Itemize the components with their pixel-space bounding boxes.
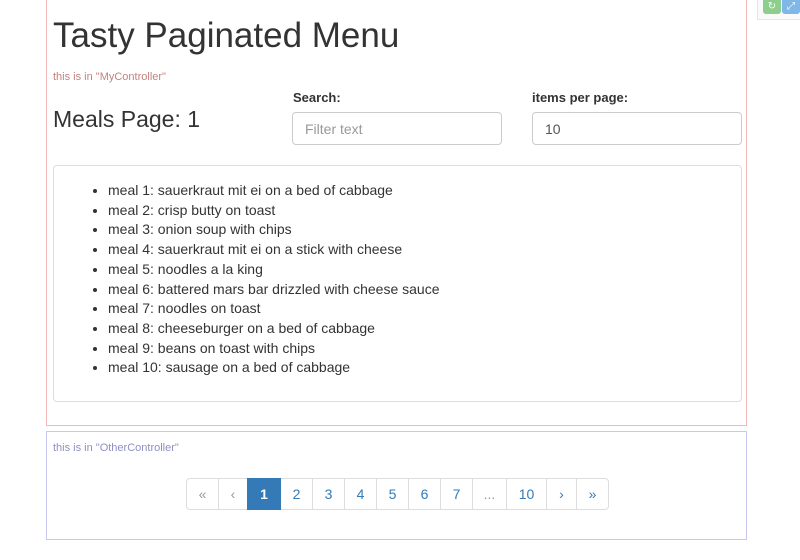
page-title: Tasty Paginated Menu [53, 16, 400, 55]
meal-item: meal 9: beans on toast with chips [108, 339, 440, 359]
meal-item: meal 1: sauerkraut mit ei on a bed of ca… [108, 181, 440, 201]
meal-item: meal 5: noodles a la king [108, 260, 440, 280]
other-controller-panel: this is in "OtherController" « ‹ 1 2 3 4… [46, 431, 747, 540]
pagination-page-1[interactable]: 1 [247, 478, 281, 510]
search-input[interactable] [292, 112, 502, 145]
pagination-page-10[interactable]: 10 [506, 478, 547, 510]
pagination-last-button[interactable]: » [576, 478, 609, 510]
search-label: Search: [293, 90, 341, 105]
pagination-ellipsis: ... [472, 478, 507, 510]
corner-toolbar: ↻ ⤢ [757, 0, 800, 20]
pagination-page-5[interactable]: 5 [376, 478, 409, 510]
my-controller-note: this is in "MyController" [53, 71, 166, 83]
meal-item: meal 2: crisp butty on toast [108, 201, 440, 221]
pagination-first-button[interactable]: « [186, 478, 219, 510]
meal-item: meal 3: onion soup with chips [108, 220, 440, 240]
meal-item: meal 10: sausage on a bed of cabbage [108, 358, 440, 378]
meal-item: meal 7: noodles on toast [108, 299, 440, 319]
items-per-page-label: items per page: [532, 90, 629, 105]
meal-list: meal 1: sauerkraut mit ei on a bed of ca… [54, 181, 440, 378]
pagination-page-7[interactable]: 7 [440, 478, 473, 510]
expand-icon[interactable]: ⤢ [782, 0, 800, 14]
items-per-page-input[interactable] [532, 112, 742, 145]
refresh-icon[interactable]: ↻ [763, 0, 781, 14]
pagination-page-4[interactable]: 4 [344, 478, 377, 510]
pagination-page-3[interactable]: 3 [312, 478, 345, 510]
meal-item: meal 8: cheeseburger on a bed of cabbage [108, 319, 440, 339]
page: Tasty Paginated Menu this is in "MyContr… [0, 0, 800, 560]
meal-item: meal 6: battered mars bar drizzled with … [108, 280, 440, 300]
meal-item: meal 4: sauerkraut mit ei on a stick wit… [108, 240, 440, 260]
meals-page-heading: Meals Page: 1 [53, 106, 201, 132]
pagination: « ‹ 1 2 3 4 5 6 7 ... 10 › » [186, 478, 609, 510]
pagination-prev-button[interactable]: ‹ [218, 478, 248, 510]
pagination-next-button[interactable]: › [546, 478, 577, 510]
other-controller-note: this is in "OtherController" [53, 442, 179, 454]
pagination-page-2[interactable]: 2 [280, 478, 313, 510]
pagination-page-6[interactable]: 6 [408, 478, 441, 510]
meal-list-panel: meal 1: sauerkraut mit ei on a bed of ca… [53, 165, 742, 402]
my-controller-panel: Tasty Paginated Menu this is in "MyContr… [46, 0, 747, 426]
